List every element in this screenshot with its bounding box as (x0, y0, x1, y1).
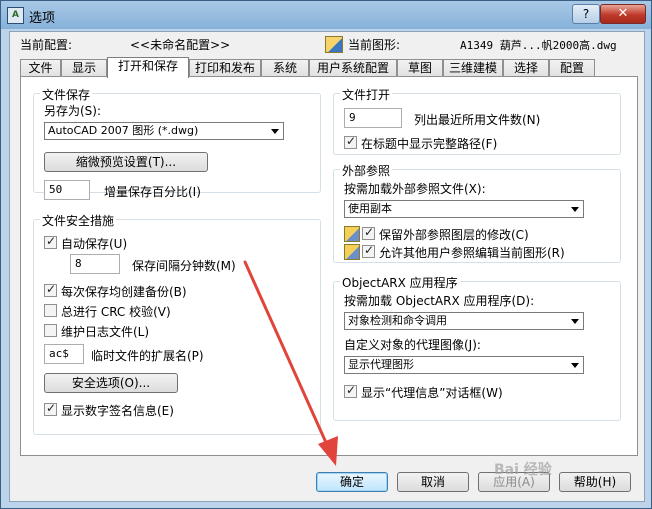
file-safety-group: 文件安全措施 自动保存(U) 8 保存间隔分钟数(M) 每次保存均创建备份(B)… (33, 212, 321, 435)
autosave-checkbox[interactable] (44, 234, 57, 249)
maintain-log-label: 维护日志文件(L) (61, 325, 150, 339)
tab-profiles[interactable]: 配置 (549, 59, 595, 76)
demand-load-xref-select[interactable]: 使用副本 (344, 200, 584, 218)
maintain-log-checkbox[interactable] (44, 324, 57, 337)
security-options-button[interactable]: 安全选项(O)... (44, 373, 178, 393)
retain-xref-layer-changes-label: 保留外部参照图层的修改(C) (379, 228, 529, 242)
tab-files[interactable]: 文件 (20, 59, 61, 76)
xref-drawing-icon (344, 226, 360, 242)
chevron-down-icon[interactable] (269, 125, 281, 137)
save-as-label: 另存为(S): (44, 104, 102, 118)
objectarx-legend: ObjectARX 应用程序 (340, 274, 460, 291)
file-safety-legend: 文件安全措施 (40, 212, 117, 229)
digital-signature-label: 显示数字签名信息(E) (61, 404, 174, 418)
file-open-legend: 文件打开 (340, 86, 393, 103)
allow-refedit-checkbox[interactable] (362, 243, 375, 258)
incremental-save-input[interactable]: 50 (44, 180, 90, 200)
file-open-group: 文件打开 9 列出最近所用文件数(N) 在标题中显示完整路径(F) (333, 86, 621, 155)
retain-xref-layer-changes-checkbox[interactable] (362, 225, 375, 240)
create-backup-label: 每次保存均创建备份(B) (61, 285, 187, 299)
current-profile-value: <<未命名配置>> (130, 38, 231, 52)
file-save-legend: 文件保存 (40, 86, 93, 103)
demand-load-arx-value: 对象检测和命令调用 (348, 314, 447, 327)
recent-files-count-label: 列出最近所用文件数(N) (414, 113, 541, 127)
tab-user-preferences[interactable]: 用户系统配置 (309, 59, 397, 76)
xref-group: 外部参照 按需加载外部参照文件(X): 使用副本 保留外部参照图层的修改(C) … (333, 162, 621, 263)
proxy-images-select[interactable]: 显示代理图形 (344, 356, 584, 374)
tab-display[interactable]: 显示 (61, 59, 107, 76)
demand-load-arx-select[interactable]: 对象检测和命令调用 (344, 312, 584, 330)
autosave-label: 自动保存(U) (61, 237, 128, 251)
demand-load-xref-label: 按需加载外部参照文件(X): (344, 182, 486, 196)
cancel-button[interactable]: 取消 (397, 472, 469, 492)
title-bar[interactable]: A 选项 ? ✕ (1, 1, 651, 29)
tab-selection[interactable]: 选择 (503, 59, 549, 76)
crc-check-label: 总进行 CRC 校验(V) (61, 305, 171, 319)
objectarx-group: ObjectARX 应用程序 按需加载 ObjectARX 应用程序(D): 对… (333, 274, 621, 421)
autosave-interval-input[interactable]: 8 (70, 254, 120, 274)
temp-extension-input[interactable]: ac$ (44, 344, 84, 364)
full-path-in-title-label: 在标题中显示完整路径(F) (361, 137, 498, 151)
demand-load-arx-label: 按需加载 ObjectARX 应用程序(D): (344, 294, 535, 308)
current-drawing-label: 当前图形: (348, 38, 401, 52)
demand-load-xref-value: 使用副本 (348, 202, 392, 215)
crc-check-checkbox[interactable] (44, 304, 57, 317)
tab-3d-modeling[interactable]: 三维建模 (443, 59, 503, 76)
proxy-images-label: 自定义对象的代理图像(J): (344, 338, 481, 352)
help-icon[interactable]: ? (572, 4, 600, 24)
chevron-down-icon[interactable] (569, 203, 581, 215)
xref-drawing-icon (344, 244, 360, 260)
dialog-body: 当前配置: <<未命名配置>> 当前图形: A1349 葫芦...帆2000高.… (9, 31, 645, 502)
file-save-group: 文件保存 另存为(S): AutoCAD 2007 图形 (*.dwg) 缩微预… (33, 86, 321, 200)
tab-system[interactable]: 系统 (261, 59, 309, 76)
recent-files-count-input[interactable]: 9 (344, 108, 402, 128)
xref-legend: 外部参照 (340, 162, 393, 179)
watermark: Bai 经验 (494, 462, 552, 478)
allow-refedit-label: 允许其他用户参照编辑当前图形(R) (379, 246, 565, 260)
drawing-file-icon (325, 36, 343, 53)
save-as-value: AutoCAD 2007 图形 (*.dwg) (48, 124, 199, 137)
autocad-app-icon: A (7, 7, 24, 24)
tab-open-and-save[interactable]: 打开和保存 (107, 57, 189, 78)
full-path-in-title-checkbox[interactable] (344, 134, 357, 149)
incremental-save-label: 增量保存百分比(I) (104, 185, 201, 199)
open-save-panel: 文件保存 另存为(S): AutoCAD 2007 图形 (*.dwg) 缩微预… (20, 76, 638, 456)
show-proxy-info-label: 显示“代理信息”对话框(W) (361, 386, 503, 400)
temp-extension-label: 临时文件的扩展名(P) (91, 349, 204, 363)
tab-plot-and-publish[interactable]: 打印和发布 (189, 59, 261, 76)
current-profile-label: 当前配置: (20, 38, 73, 52)
tab-drafting[interactable]: 草图 (397, 59, 443, 76)
create-backup-checkbox[interactable] (44, 282, 57, 297)
proxy-images-value: 显示代理图形 (348, 358, 414, 371)
options-dialog: A 选项 ? ✕ 当前配置: <<未命名配置>> 当前图形: A1349 葫芦.… (0, 0, 652, 509)
thumbnail-preview-settings-button[interactable]: 缩微预览设置(T)... (44, 152, 208, 172)
chevron-down-icon[interactable] (569, 315, 581, 327)
ok-button[interactable]: 确定 (316, 472, 388, 492)
show-proxy-info-checkbox[interactable] (344, 383, 357, 398)
help-button[interactable]: 帮助(H) (559, 472, 631, 492)
dialog-title: 选项 (29, 11, 56, 26)
save-as-select[interactable]: AutoCAD 2007 图形 (*.dwg) (44, 122, 284, 140)
close-icon[interactable]: ✕ (600, 4, 646, 24)
current-drawing-value: A1349 葫芦...帆2000高.dwg (460, 39, 617, 52)
chevron-down-icon[interactable] (569, 359, 581, 371)
autosave-interval-label: 保存间隔分钟数(M) (132, 259, 236, 273)
digital-signature-checkbox[interactable] (44, 401, 57, 416)
